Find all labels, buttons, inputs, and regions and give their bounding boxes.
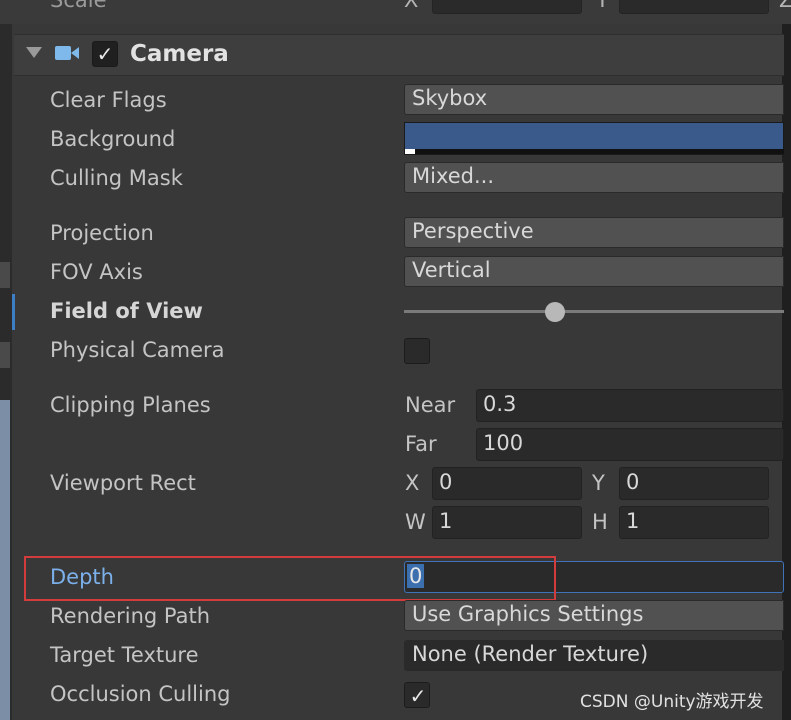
occlusion-culling-checkbox[interactable]: ✓	[404, 682, 430, 708]
fov-axis-dropdown[interactable]: Vertical	[404, 256, 784, 287]
check-icon: ✓	[409, 684, 427, 708]
culling-mask-label: Culling Mask	[50, 166, 183, 190]
fov-axis-label: FOV Axis	[50, 260, 143, 284]
physical-camera-checkbox[interactable]	[404, 338, 430, 364]
near-label: Near	[405, 393, 456, 417]
background-label: Background	[50, 127, 176, 151]
occlusion-culling-label: Occlusion Culling	[50, 682, 231, 706]
fov-axis-value: Vertical	[412, 258, 491, 282]
viewport-y-field[interactable]: 0	[619, 467, 769, 500]
far-label: Far	[405, 432, 437, 456]
scale-x-label: X	[404, 0, 419, 12]
projection-label: Projection	[50, 221, 154, 245]
physical-camera-label: Physical Camera	[50, 338, 225, 362]
field-of-view-slider-handle[interactable]	[545, 302, 565, 322]
viewport-x-value: 0	[439, 470, 453, 494]
check-icon: ✓	[96, 42, 114, 66]
viewport-h-label: H	[592, 510, 608, 534]
scale-y-label: Y	[596, 0, 609, 12]
clear-flags-dropdown[interactable]: Skybox	[404, 84, 784, 115]
gutter-marker	[0, 262, 10, 288]
rendering-path-value: Use Graphics Settings	[412, 602, 644, 626]
clear-flags-label: Clear Flags	[50, 88, 167, 112]
scale-label: Scale	[50, 0, 107, 12]
viewport-w-field[interactable]: 1	[432, 506, 582, 539]
viewport-x-label: X	[405, 471, 420, 495]
clipping-planes-label: Clipping Planes	[50, 393, 211, 417]
alpha-bar-fill	[405, 149, 415, 154]
component-enable-checkbox[interactable]: ✓	[92, 41, 118, 67]
annotation-highlight-box	[24, 556, 556, 601]
left-gutter-panel	[0, 400, 10, 720]
camera-icon	[55, 46, 71, 60]
viewport-w-value: 1	[439, 509, 453, 533]
alpha-bar	[405, 149, 784, 154]
field-of-view-label: Field of View	[50, 299, 203, 323]
far-field[interactable]: 100	[476, 428, 784, 461]
modified-indicator	[12, 294, 15, 330]
rendering-path-dropdown[interactable]: Use Graphics Settings	[404, 600, 784, 631]
field-of-view-slider-track[interactable]	[404, 310, 784, 313]
projection-dropdown[interactable]: Perspective	[404, 217, 784, 248]
viewport-w-label: W	[405, 510, 426, 534]
viewport-y-value: 0	[626, 470, 640, 494]
near-value: 0.3	[483, 392, 517, 416]
culling-mask-dropdown[interactable]: Mixed...	[404, 162, 784, 193]
viewport-h-field[interactable]: 1	[619, 506, 769, 539]
target-texture-value: None (Render Texture)	[412, 642, 649, 666]
target-texture-object-field[interactable]: None (Render Texture)	[404, 640, 784, 671]
scale-z-label: Z	[779, 0, 791, 12]
gutter-marker	[0, 342, 10, 368]
watermark: CSDN @Unity游戏开发	[580, 692, 764, 712]
scale-x-field[interactable]	[432, 0, 582, 14]
viewport-y-label: Y	[592, 471, 605, 495]
viewport-x-field[interactable]: 0	[432, 467, 582, 500]
foldout-triangle-icon[interactable]	[26, 47, 42, 58]
viewport-rect-label: Viewport Rect	[50, 471, 196, 495]
near-field[interactable]: 0.3	[476, 389, 784, 422]
scale-y-field[interactable]	[619, 0, 769, 14]
target-texture-label: Target Texture	[50, 643, 199, 667]
viewport-h-value: 1	[626, 509, 640, 533]
far-value: 100	[483, 431, 524, 455]
component-title: Camera	[130, 41, 229, 67]
culling-mask-value: Mixed...	[412, 164, 495, 188]
camera-lens-icon	[71, 47, 79, 59]
clear-flags-value: Skybox	[412, 86, 488, 110]
rendering-path-label: Rendering Path	[50, 604, 211, 628]
projection-value: Perspective	[412, 219, 534, 243]
